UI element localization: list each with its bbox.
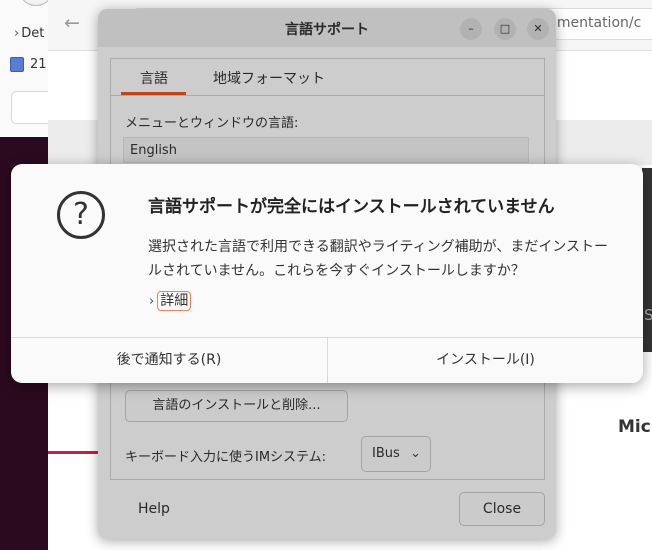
sidebar-item-21[interactable]: 21 — [10, 57, 47, 72]
page-fragment-s: S — [644, 306, 652, 324]
dialog-body: 選択された言語で利用できる翻訳やライティング補助が、まだインストールされていませ… — [148, 239, 609, 279]
url-text: umentation/c — [548, 15, 642, 31]
dialog-title: 言語サポートが完全にはインストールされていません — [148, 197, 555, 217]
sidebar-item-det[interactable]: › Det — [14, 26, 44, 41]
page-image-strip — [642, 168, 652, 352]
page-fragment-micr: Micr — [618, 417, 652, 437]
remind-later-button[interactable]: 後で通知する(R) — [11, 338, 327, 383]
chevron-right-icon: › — [14, 26, 20, 41]
file-icon — [10, 57, 24, 72]
install-button[interactable]: インストール(I) — [328, 338, 643, 383]
details-expander[interactable]: › 詳細 — [149, 290, 192, 312]
chevron-right-icon: › — [149, 293, 155, 309]
incomplete-install-dialog: ? 言語サポートが完全にはインストールされていません 選択された言語で利用できる… — [11, 164, 643, 383]
details-label: 詳細 — [157, 291, 192, 311]
back-arrow-icon[interactable]: ← — [64, 12, 80, 34]
question-icon: ? — [57, 191, 105, 239]
